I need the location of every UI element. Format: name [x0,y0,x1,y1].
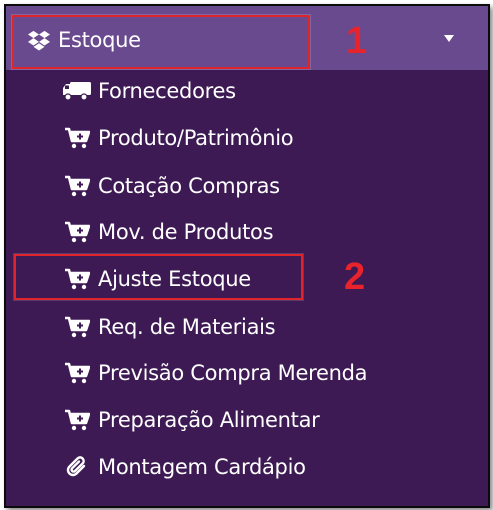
cart-plus-icon [62,408,92,432]
cart-plus-icon [62,267,92,291]
cart-plus-icon [62,126,92,150]
annotation-number-1: 1 [346,20,368,62]
cart-plus-icon [62,220,92,244]
menu-item-label: Montagem Cardápio [98,455,306,479]
menu-item-label: Ajuste Estoque [98,267,251,291]
cart-plus-icon [62,361,92,385]
menu-item-label: Preparação Alimentar [98,408,320,432]
menu-item-label: Mov. de Produtos [98,220,274,244]
menu-item-previsao-compra-merenda[interactable]: Previsão Compra Merenda [62,358,368,388]
menu-header-estoque[interactable]: Estoque [6,6,488,70]
cart-plus-icon [62,174,92,198]
menu-item-mov-de-produtos[interactable]: Mov. de Produtos [62,217,274,247]
menu-item-produto-patrimonio[interactable]: Produto/Patrimônio [62,123,294,153]
truck-icon [62,79,92,103]
sidebar-menu: Estoque Fornecedores Produto/Patrimônio … [4,4,490,508]
menu-header-label: Estoque [58,28,141,52]
annotation-number-2: 2 [344,256,366,298]
menu-item-fornecedores[interactable]: Fornecedores [62,76,236,106]
chevron-down-icon[interactable] [444,35,454,42]
menu-item-label: Previsão Compra Merenda [98,361,368,385]
menu-item-cotacao-compras[interactable]: Cotação Compras [62,171,280,201]
menu-item-label: Cotação Compras [98,174,280,198]
menu-item-req-de-materiais[interactable]: Req. de Materiais [62,312,276,342]
menu-item-ajuste-estoque[interactable]: Ajuste Estoque [62,264,251,294]
menu-item-label: Fornecedores [98,79,236,103]
dropbox-icon [28,29,50,51]
menu-item-preparacao-alimentar[interactable]: Preparação Alimentar [62,405,320,435]
menu-item-label: Req. de Materiais [98,315,276,339]
cart-plus-icon [62,315,92,339]
paperclip-icon [62,455,92,479]
menu-header-title[interactable]: Estoque [28,26,141,54]
menu-item-label: Produto/Patrimônio [98,126,294,150]
menu-item-montagem-cardapio[interactable]: Montagem Cardápio [62,452,306,482]
